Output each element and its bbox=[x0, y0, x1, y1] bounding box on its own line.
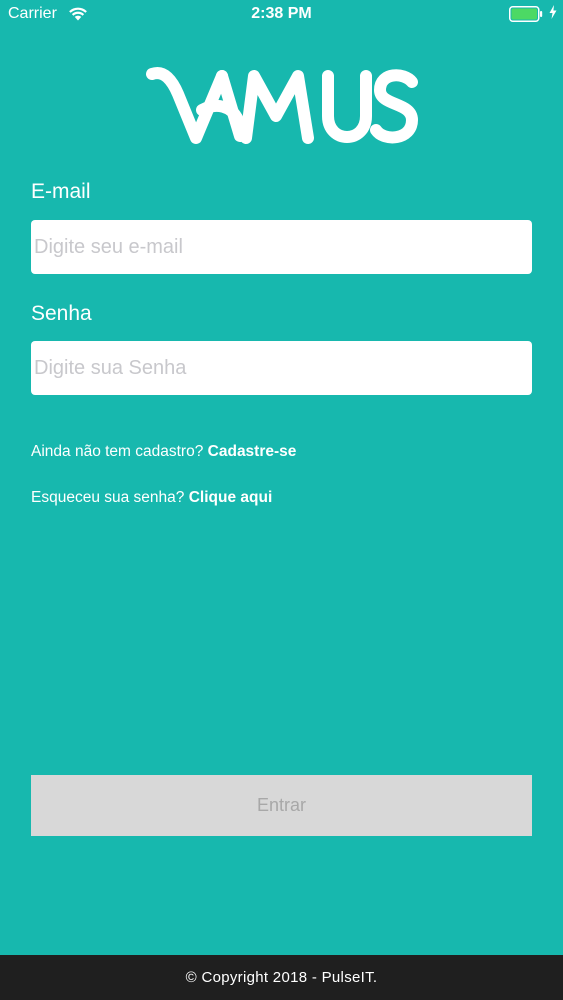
login-button[interactable]: Entrar bbox=[31, 775, 532, 836]
password-input[interactable] bbox=[31, 341, 532, 395]
status-bar: Carrier 2:38 PM bbox=[0, 0, 563, 30]
signup-prompt: Ainda não tem cadastro? bbox=[31, 443, 204, 460]
charging-bolt-icon bbox=[549, 5, 557, 19]
battery-icon bbox=[509, 6, 543, 22]
forgot-password-link[interactable]: Clique aqui bbox=[189, 489, 273, 506]
signup-link[interactable]: Cadastre-se bbox=[208, 443, 297, 460]
status-time: 2:38 PM bbox=[251, 5, 312, 22]
copyright-footer: © Copyright 2018 - PulseIT. bbox=[0, 955, 563, 1000]
signup-line: Ainda não tem cadastro? Cadastre-se bbox=[31, 443, 296, 461]
forgot-password-line: Esqueceu sua senha? Clique aqui bbox=[31, 489, 272, 507]
email-label: E-mail bbox=[31, 180, 91, 203]
forgot-password-prompt: Esqueceu sua senha? bbox=[31, 489, 185, 506]
email-input[interactable] bbox=[31, 220, 532, 274]
password-label: Senha bbox=[31, 302, 92, 325]
vamus-logo bbox=[146, 67, 418, 144]
